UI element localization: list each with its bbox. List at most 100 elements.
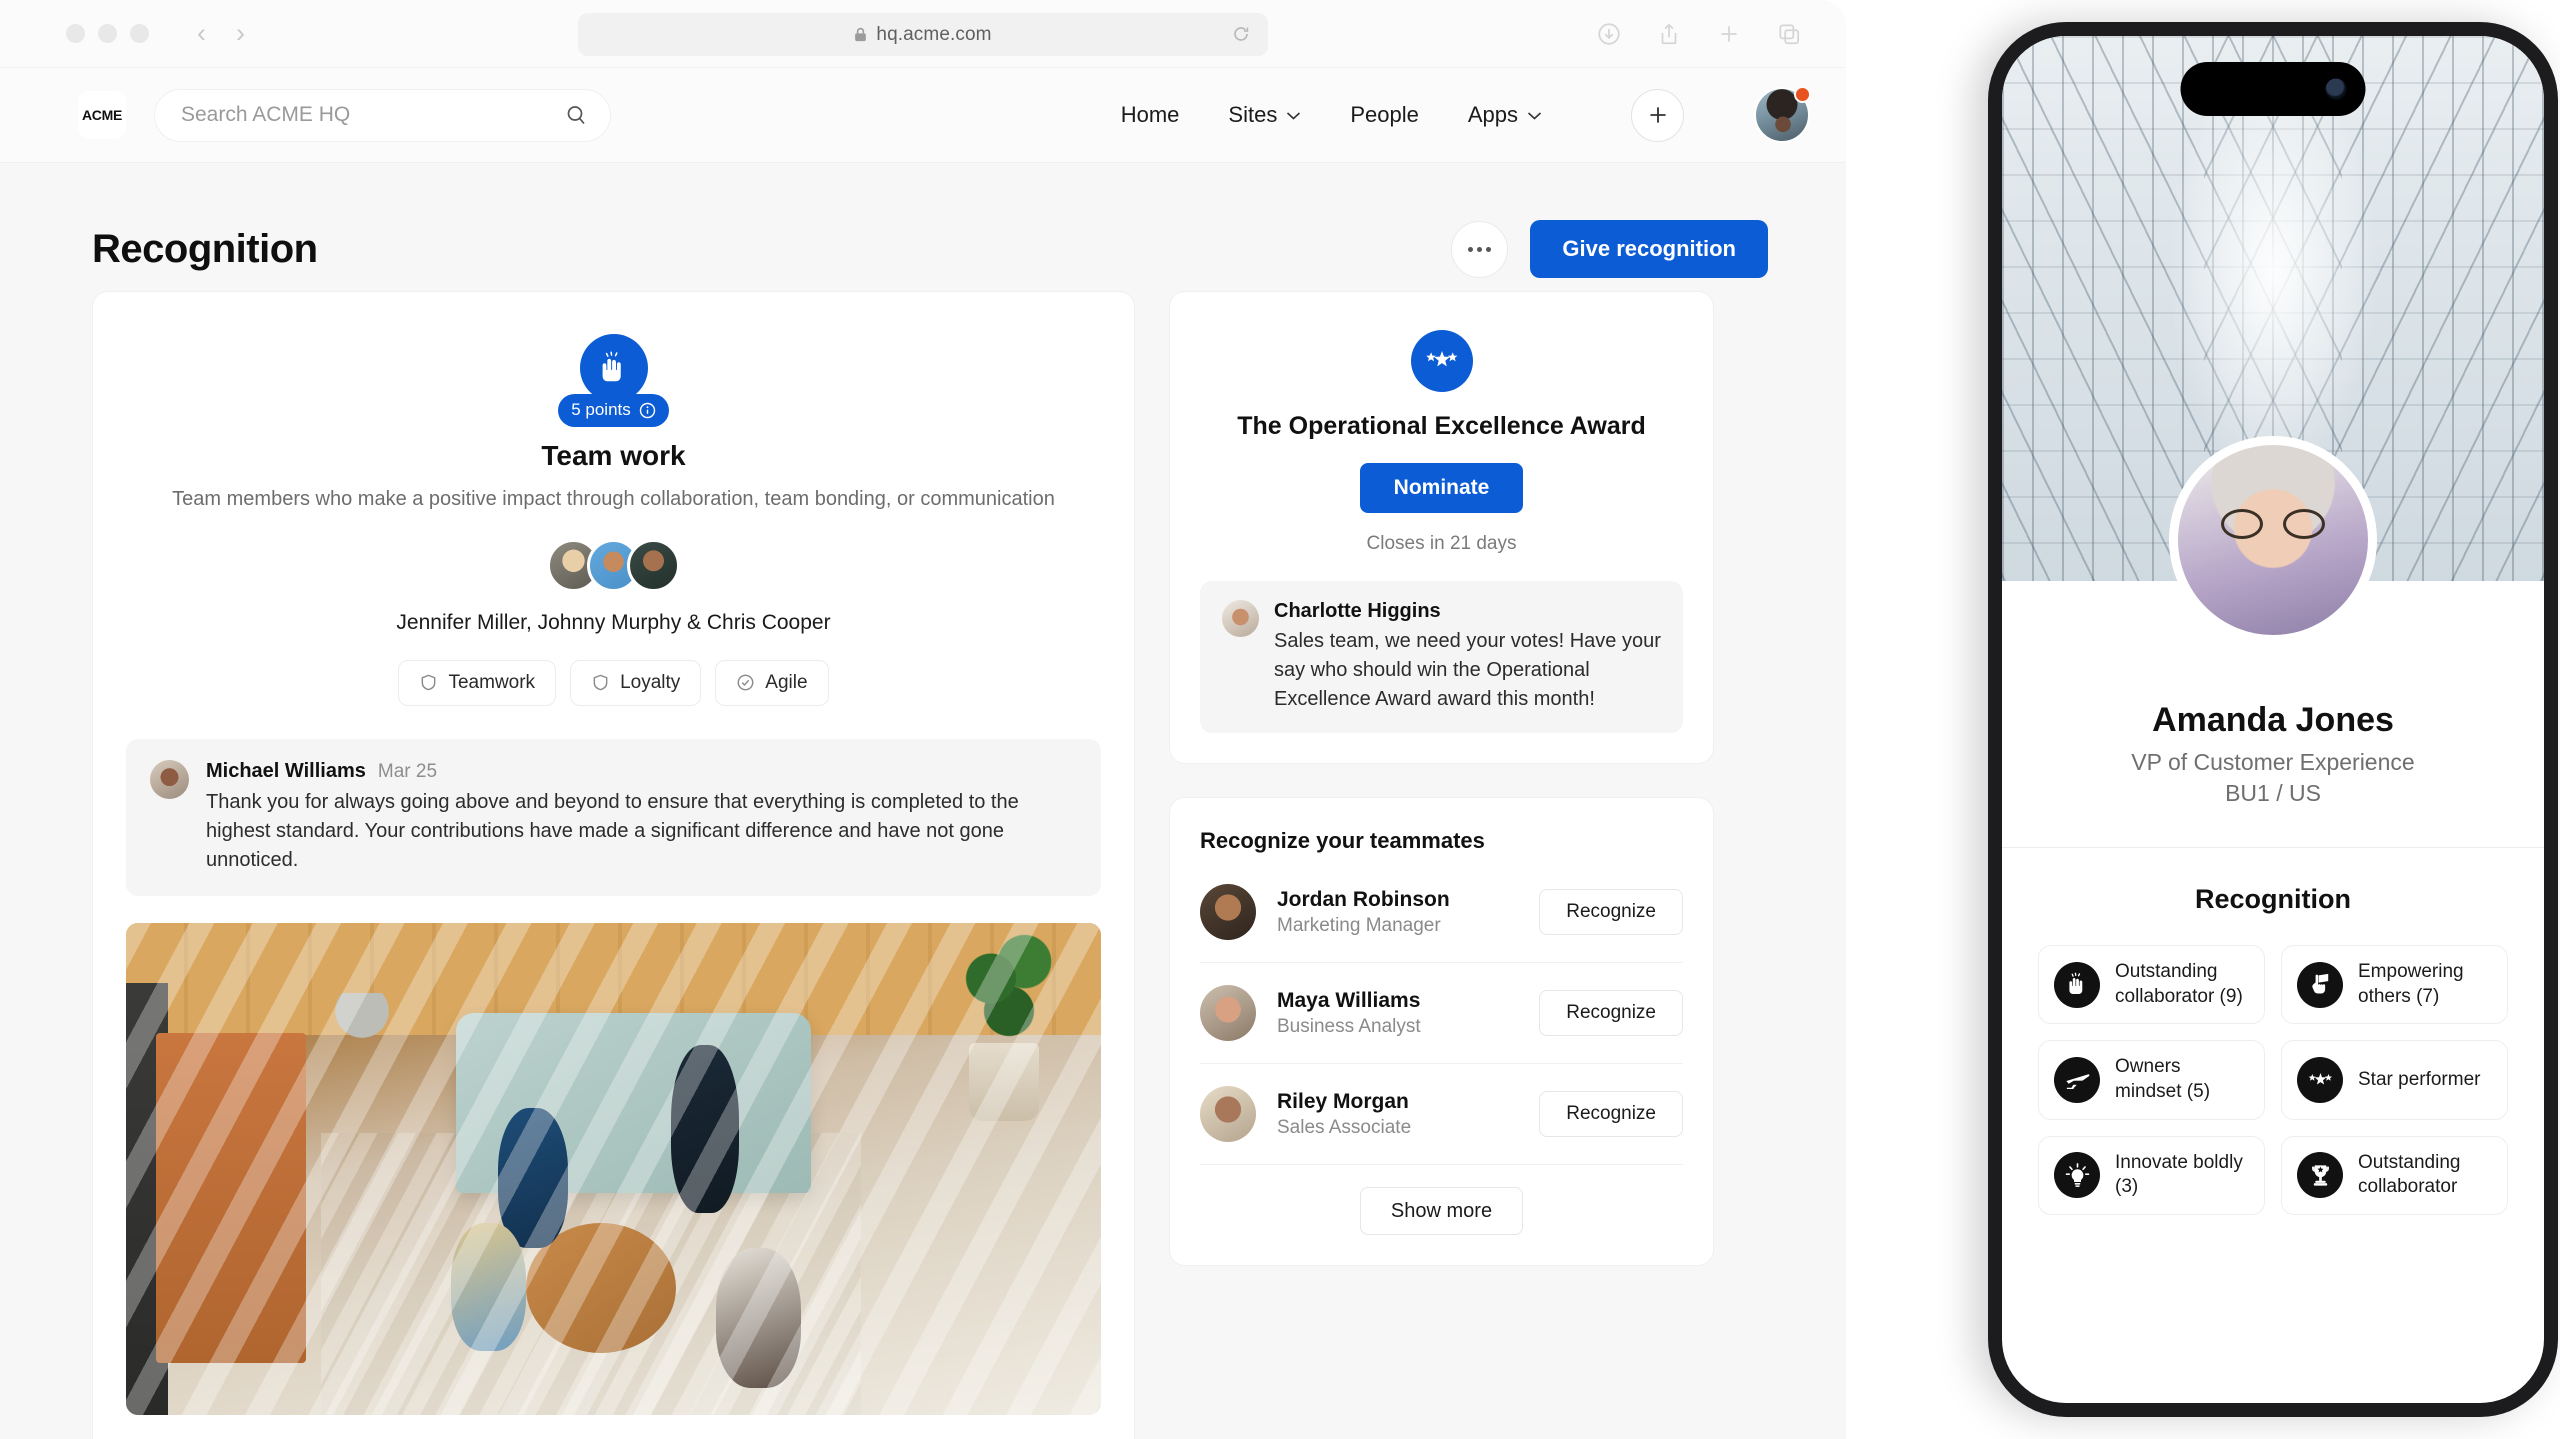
info-icon[interactable]	[639, 402, 656, 419]
lightbulb-icon	[2065, 1163, 2089, 1187]
teammate-name[interactable]: Riley Morgan	[1277, 1090, 1411, 1114]
main-nav: Home Sites People Apps	[1121, 86, 1811, 143]
shield-icon	[422, 674, 436, 691]
nav-label-home: Home	[1120, 102, 1180, 127]
content-columns: 5 points Team work Team members who make…	[0, 291, 1846, 1439]
recognize-button[interactable]: Recognize	[1539, 990, 1683, 1036]
teammate-role: Marketing Manager	[1277, 914, 1441, 936]
url-text: hq.acme.com	[876, 23, 992, 45]
note-date: Mar 25	[377, 760, 438, 782]
shield-icon	[593, 674, 608, 691]
teammate-info: Maya Williams Business Analyst	[1277, 989, 1421, 1038]
browser-window: ‹ › hq.acme.com ACME Search ACME HQ Home…	[0, 0, 1846, 1439]
avatar[interactable]	[1200, 1086, 1256, 1142]
search-icon[interactable]	[564, 103, 588, 127]
dot	[1468, 246, 1474, 252]
teammate-role: Business Analyst	[1277, 1015, 1421, 1037]
share-icon[interactable]	[1656, 21, 1682, 47]
badge-outstanding-collaborator[interactable]: Outstanding collaborator (9)	[2038, 945, 2265, 1025]
avatar[interactable]	[627, 538, 680, 592]
avatar[interactable]	[1222, 600, 1259, 637]
divider	[2002, 847, 2544, 848]
give-recognition-button[interactable]: Give recognition	[1530, 220, 1768, 278]
minimize-window-button[interactable]	[98, 24, 117, 43]
create-button[interactable]	[1631, 88, 1684, 142]
note-author[interactable]: Michael Williams	[206, 760, 366, 783]
avatar[interactable]	[150, 759, 189, 799]
close-window-button[interactable]	[66, 24, 85, 43]
recognize-button[interactable]: Recognize	[1539, 889, 1683, 935]
acme-logo[interactable]: ACME	[78, 91, 126, 139]
browser-nav-arrows[interactable]: ‹ ›	[197, 20, 245, 47]
three-stars-icon	[1425, 351, 1457, 367]
raised-hands-icon	[602, 351, 621, 382]
nav-item-home[interactable]: Home	[1121, 102, 1180, 128]
badge-label: Owners mindset (5)	[2115, 1056, 2211, 1103]
tag-loyalty[interactable]: Loyalty	[570, 659, 702, 706]
plus-icon	[1649, 107, 1666, 123]
badge-star-performer[interactable]: Star performer	[2281, 1040, 2508, 1120]
teammates-title: Recognize your teammates	[1200, 828, 1485, 853]
more-options-button[interactable]	[1451, 220, 1509, 278]
page-body: Recognition Give recognition 5 points Te…	[0, 163, 1846, 1439]
post-title: Team work	[541, 439, 686, 471]
screenshot-stage: ‹ › hq.acme.com ACME Search ACME HQ Home…	[0, 0, 2560, 1439]
recipient-names: Jennifer Miller, Johnny Murphy & Chris C…	[396, 610, 831, 634]
back-arrow-icon[interactable]: ‹	[197, 20, 206, 47]
tag-teamwork[interactable]: Teamwork	[398, 659, 557, 706]
badge-outstanding-collaborator-trophy[interactable]: Outstanding collaborator	[2281, 1135, 2508, 1216]
show-more-button[interactable]: Show more	[1359, 1187, 1524, 1235]
nominate-button[interactable]: Nominate	[1359, 463, 1524, 513]
new-tab-icon[interactable]	[1716, 21, 1742, 47]
teammates-card: Recognize your teammates Jordan Robinson…	[1169, 797, 1714, 1266]
window-traffic-lights[interactable]	[66, 24, 149, 43]
reload-icon[interactable]	[1232, 25, 1250, 43]
post-stats: 12 Cheers · 6 Comments	[93, 1415, 1134, 1439]
post-photo[interactable]	[126, 922, 1101, 1415]
main-column: 5 points Team work Team members who make…	[92, 291, 1135, 1439]
nav-item-people[interactable]: People	[1350, 102, 1419, 128]
nav-label-apps: Apps	[1467, 102, 1518, 127]
list-item: Riley Morgan Sales Associate Recognize	[1200, 1063, 1683, 1164]
search-bar[interactable]	[154, 88, 611, 142]
award-note-author[interactable]: Charlotte Higgins	[1274, 600, 1661, 623]
award-closes-text: Closes in 21 days	[1366, 533, 1517, 554]
badge-innovate-boldly[interactable]: Innovate boldly (3)	[2038, 1135, 2265, 1216]
download-icon[interactable]	[1596, 21, 1622, 47]
dynamic-island	[2180, 62, 2366, 116]
user-menu[interactable]	[1754, 86, 1811, 143]
post-header: 5 points Team work Team members who make…	[93, 334, 1134, 706]
avatar[interactable]	[2169, 436, 2377, 644]
address-bar[interactable]: hq.acme.com	[578, 13, 1268, 56]
three-stars-icon	[2308, 1072, 2332, 1085]
chevron-down-icon	[1287, 111, 1301, 120]
page-actions: Give recognition	[1451, 220, 1768, 278]
forward-arrow-icon[interactable]: ›	[236, 20, 245, 47]
badge-icon-wrap	[2297, 961, 2343, 1008]
recipient-avatars	[153, 538, 1074, 592]
badge-owners-mindset[interactable]: Owners mindset (5)	[2038, 1040, 2265, 1120]
browser-toolbar-actions[interactable]	[1596, 21, 1818, 47]
badge-empowering-others[interactable]: Empowering others (7)	[2281, 945, 2508, 1025]
search-input[interactable]	[181, 103, 564, 127]
browser-toolbar: ‹ › hq.acme.com	[0, 0, 1846, 68]
teammate-name[interactable]: Maya Williams	[1277, 989, 1421, 1013]
nav-item-apps[interactable]: Apps	[1468, 102, 1542, 128]
award-note: Charlotte Higgins Sales team, we need yo…	[1200, 581, 1683, 733]
nav-item-sites[interactable]: Sites	[1228, 102, 1301, 128]
avatar[interactable]	[1200, 985, 1256, 1041]
tag-agile[interactable]: Agile	[715, 659, 829, 706]
teammate-info: Riley Morgan Sales Associate	[1277, 1090, 1411, 1139]
tabs-icon[interactable]	[1776, 21, 1802, 47]
hand-flag-icon	[2311, 974, 2328, 994]
maximize-window-button[interactable]	[130, 24, 149, 43]
badge-icon-wrap	[2054, 961, 2100, 1008]
teammate-info: Jordan Robinson Marketing Manager	[1277, 888, 1450, 937]
recognition-badge	[579, 334, 648, 402]
teammate-name[interactable]: Jordan Robinson	[1277, 888, 1450, 912]
points-badge[interactable]: 5 points	[558, 393, 669, 427]
recognize-button[interactable]: Recognize	[1539, 1091, 1683, 1137]
profile-name: Amanda Jones	[2152, 701, 2394, 739]
avatar[interactable]	[1200, 884, 1256, 940]
teammates-list: Jordan Robinson Marketing Manager Recogn…	[1200, 862, 1683, 1164]
